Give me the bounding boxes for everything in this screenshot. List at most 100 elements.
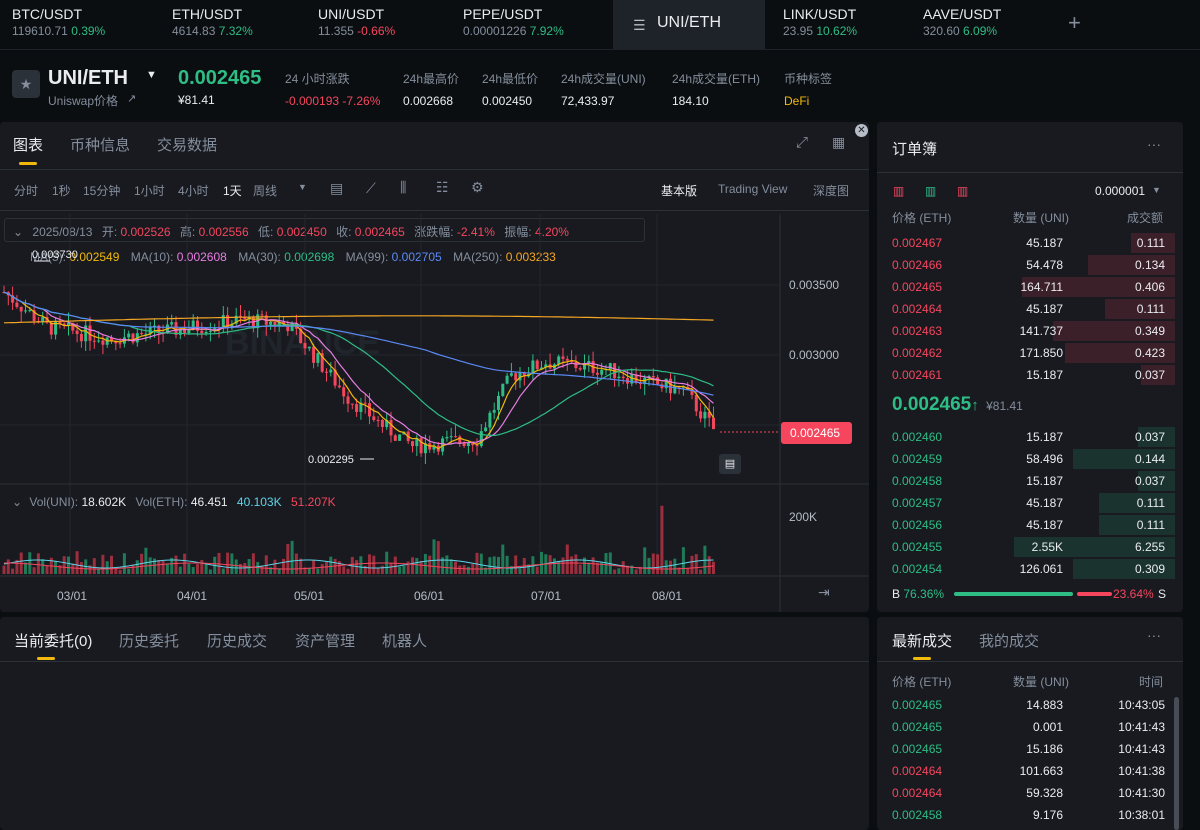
vol-uni-value: 72,433.97 bbox=[561, 94, 615, 108]
b-percent: 76.36% bbox=[903, 587, 945, 601]
tab-open-orders[interactable]: 当前委托(0) bbox=[14, 630, 92, 651]
more-menu-icon[interactable]: ··· bbox=[1147, 136, 1161, 152]
bid-row[interactable]: 0.002455 2.55K 6.255 bbox=[885, 536, 1175, 558]
candle-body bbox=[200, 330, 204, 334]
volume-bar bbox=[226, 552, 230, 574]
x-tick-label: 04/01 bbox=[177, 589, 207, 603]
high-value: 0.002668 bbox=[403, 94, 454, 108]
scrollbar[interactable] bbox=[1174, 697, 1179, 830]
precision-select[interactable]: 0.000001 bbox=[1095, 184, 1145, 198]
settings-gear-icon[interactable]: ⚙ bbox=[471, 179, 484, 196]
layout-icon[interactable]: ▦ bbox=[832, 134, 845, 151]
price: 0.002460 bbox=[892, 430, 943, 444]
vol-ma1-value: 40.103K bbox=[236, 495, 282, 509]
add-tab-button[interactable]: + bbox=[1068, 10, 1081, 36]
bid-row[interactable]: 0.002454 126.061 0.309 bbox=[885, 558, 1175, 580]
volume-bar bbox=[578, 564, 582, 574]
candle-body bbox=[127, 333, 131, 338]
tab-trade-data[interactable]: 交易数据 bbox=[157, 134, 217, 155]
tag-label: 币种标签 bbox=[784, 72, 833, 86]
interval-1s[interactable]: 1秒 bbox=[52, 182, 71, 199]
market-tab-link[interactable]: LINK/USDT 23.95 10.62% bbox=[783, 0, 913, 50]
market-tab-uni-eth[interactable]: ☰ UNI/ETH bbox=[613, 0, 765, 50]
tab-name: UNI/ETH bbox=[657, 14, 721, 31]
market-tab-eth[interactable]: ETH/USDT 4614.83 7.32% bbox=[172, 0, 312, 50]
price: 0.002457 bbox=[892, 496, 943, 510]
bid-row[interactable]: 0.002459 58.496 0.144 bbox=[885, 448, 1175, 470]
bid-row[interactable]: 0.002456 45.187 0.111 bbox=[885, 514, 1175, 536]
volume-bar bbox=[497, 556, 500, 574]
market-tab-pepe[interactable]: PEPE/USDT 0.00001226 7.92% bbox=[463, 0, 608, 50]
pair-dropdown-icon[interactable]: ▼ bbox=[146, 69, 157, 81]
ask-row[interactable]: 0.002461 15.187 0.037 bbox=[885, 364, 1175, 386]
bid-row[interactable]: 0.002460 15.187 0.037 bbox=[885, 426, 1175, 448]
volume-bar bbox=[101, 554, 105, 574]
scroll-to-end-icon[interactable]: ⇥ bbox=[818, 584, 830, 601]
indicator-icon[interactable]: ⟋ bbox=[366, 180, 376, 197]
candle-type-icon[interactable]: ⫼ bbox=[400, 179, 406, 196]
ask-row[interactable]: 0.002464 45.187 0.111 bbox=[885, 298, 1175, 320]
interval-1w[interactable]: 周线 bbox=[253, 182, 277, 199]
interval-1h[interactable]: 1小时 bbox=[134, 182, 165, 199]
ask-row[interactable]: 0.002465 164.711 0.406 bbox=[885, 276, 1175, 298]
bid-row[interactable]: 0.002457 45.187 0.111 bbox=[885, 492, 1175, 514]
candle-body bbox=[419, 437, 423, 454]
expand-icon[interactable]: ⤢ bbox=[796, 134, 808, 151]
view-tradingview[interactable]: Trading View bbox=[718, 182, 787, 196]
vol-uni-label: 24h成交量(UNI) bbox=[561, 72, 646, 86]
tab-coin-info[interactable]: 币种信息 bbox=[70, 134, 130, 155]
market-tab-uni-usdt[interactable]: UNI/USDT 11.355 -0.66% bbox=[318, 0, 458, 50]
ask-row[interactable]: 0.002463 141.737 0.349 bbox=[885, 320, 1175, 342]
bid-row[interactable]: 0.002458 15.187 0.037 bbox=[885, 470, 1175, 492]
total: 0.111 bbox=[1136, 518, 1165, 532]
interval-dropdown-icon[interactable]: ▼ bbox=[298, 182, 307, 192]
tab-chart[interactable]: 图表 bbox=[13, 134, 43, 155]
total: 0.037 bbox=[1134, 474, 1165, 488]
view-both-icon[interactable]: ▥ bbox=[893, 184, 904, 198]
volume-bar bbox=[669, 560, 672, 574]
candle-body bbox=[368, 403, 371, 417]
market-tab-aave[interactable]: AAVE/USDT 320.60 6.09% bbox=[923, 0, 1053, 50]
interval-1d[interactable]: 1天 bbox=[223, 182, 242, 199]
volume-bar bbox=[518, 568, 522, 574]
pair-subtitle[interactable]: Uniswap价格 bbox=[48, 92, 118, 109]
tag-value[interactable]: DeFi bbox=[784, 94, 809, 108]
ask-row[interactable]: 0.002466 54.478 0.134 bbox=[885, 254, 1175, 276]
tab-price: 119610.71 bbox=[12, 24, 68, 38]
ratio-buy bbox=[954, 592, 1073, 596]
tab-market-trades[interactable]: 最新成交 bbox=[892, 630, 952, 651]
low-value: 0.002450 bbox=[482, 94, 533, 108]
more-menu-icon[interactable]: ··· bbox=[1147, 627, 1161, 643]
view-asks-icon[interactable]: ▥ bbox=[957, 184, 968, 198]
tab-trade-history[interactable]: 历史成交 bbox=[207, 630, 267, 651]
volume-bar bbox=[398, 566, 402, 574]
market-tab-btc[interactable]: BTC/USDT 119610.71 0.39% bbox=[12, 0, 152, 50]
tab-bots[interactable]: 机器人 bbox=[382, 630, 427, 651]
tab-my-trades[interactable]: 我的成交 bbox=[979, 630, 1039, 651]
candle-body bbox=[479, 431, 483, 447]
interval-time[interactable]: 分时 bbox=[14, 182, 38, 199]
candle-body bbox=[355, 404, 359, 412]
view-bids-icon[interactable]: ▥ bbox=[925, 184, 936, 198]
view-basic[interactable]: 基本版 bbox=[661, 182, 697, 199]
interval-15m[interactable]: 15分钟 bbox=[83, 182, 120, 199]
close-icon[interactable]: ✕ bbox=[855, 124, 868, 137]
chevron-down-icon[interactable]: ▼ bbox=[1152, 185, 1161, 195]
view-depth[interactable]: 深度图 bbox=[813, 182, 849, 199]
ask-row[interactable]: 0.002462 171.850 0.423 bbox=[885, 342, 1175, 364]
tools-icon[interactable]: ☷ bbox=[436, 179, 449, 196]
collapse-icon[interactable]: ⌄ bbox=[12, 495, 22, 509]
order-lines-icon[interactable]: ▤ bbox=[719, 454, 741, 474]
candle-body bbox=[449, 436, 453, 438]
volume-bar bbox=[694, 554, 698, 574]
favorite-star-icon[interactable]: ★ bbox=[12, 70, 40, 98]
tab-order-history[interactable]: 历史委托 bbox=[119, 630, 179, 651]
calendar-icon[interactable]: ▤ bbox=[330, 180, 343, 197]
external-link-icon[interactable]: ↗ bbox=[127, 92, 136, 105]
trade-amount: 14.883 bbox=[1026, 698, 1063, 712]
ask-row[interactable]: 0.002467 45.187 0.111 bbox=[885, 232, 1175, 254]
total: 0.111 bbox=[1136, 236, 1165, 250]
candlestick-chart[interactable]: BINANCE 0.003500 0.003000 200K 03/01 04/01 05/… bbox=[0, 214, 869, 612]
tab-assets[interactable]: 资产管理 bbox=[295, 630, 355, 651]
interval-4h[interactable]: 4小时 bbox=[178, 182, 209, 199]
